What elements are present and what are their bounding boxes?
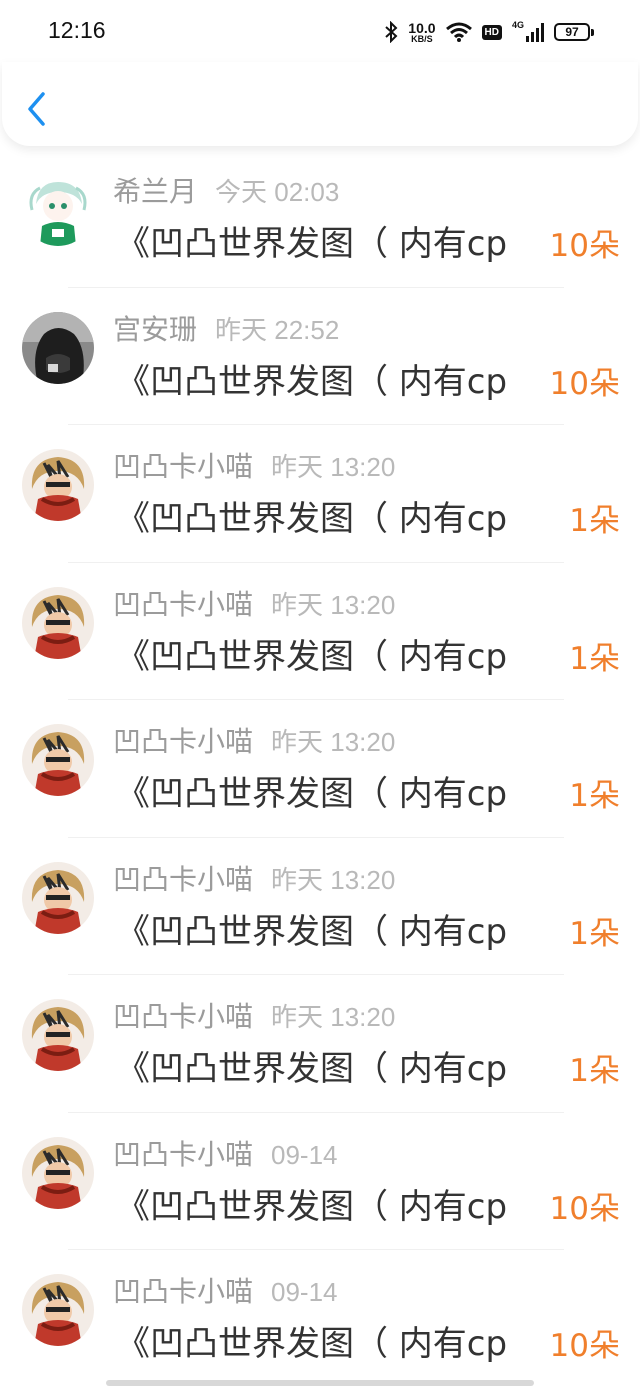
home-indicator[interactable] xyxy=(106,1380,534,1386)
list-item[interactable]: 凹凸卡小喵 09-14 《凹凸世界发图（ 内有cp 10朵 xyxy=(0,1113,640,1250)
status-bar: 12:16 10.0 KB/S HD 4G 97 xyxy=(0,0,640,62)
sender-name: 凹凸卡小喵 xyxy=(113,1137,254,1171)
list-item[interactable]: 凹凸卡小喵 昨天 13:20 《凹凸世界发图（ 内有cp 1朵 xyxy=(0,838,640,975)
status-icons: 10.0 KB/S HD 4G 97 xyxy=(384,16,594,48)
flower-count: 10朵 xyxy=(549,228,620,264)
timestamp: 昨天 13:20 xyxy=(271,727,396,757)
sender-name: 希兰月 xyxy=(113,175,198,208)
timestamp: 昨天 22:52 xyxy=(215,314,340,345)
message-text: 《凹凸世界发图（ 内有cp xyxy=(116,1324,508,1364)
timestamp: 昨天 13:20 xyxy=(271,589,396,620)
flower-count: 1朵 xyxy=(569,1053,620,1089)
sender-name: 凹凸卡小喵 xyxy=(113,450,254,483)
sender-name: 宫安珊 xyxy=(113,312,198,346)
list-item[interactable]: 凹凸卡小喵 昨天 13:20 《凹凸世界发图（ 内有cp 1朵 xyxy=(0,563,640,700)
avatar[interactable] xyxy=(22,449,94,521)
timestamp: 昨天 13:20 xyxy=(271,452,396,482)
list-item[interactable]: 宫安珊 昨天 22:52 《凹凸世界发图（ 内有cp 10朵 xyxy=(0,288,640,425)
message-text: 《凹凸世界发图（ 内有cp xyxy=(116,224,508,264)
flower-count: 1朵 xyxy=(569,915,620,952)
hd-icon: HD xyxy=(481,24,502,40)
avatar[interactable] xyxy=(22,999,94,1071)
avatar[interactable] xyxy=(22,311,94,384)
network-type: 4G xyxy=(512,20,525,30)
message-text: 《凹凸世界发图（ 内有cp xyxy=(116,361,508,402)
wifi-icon xyxy=(445,22,472,42)
flower-count: 1朵 xyxy=(569,503,620,539)
network-speed: 10.0 KB/S xyxy=(408,21,435,44)
sender-name: 凹凸卡小喵 xyxy=(113,1000,254,1033)
list-item[interactable]: 凹凸卡小喵 昨天 13:20 《凹凸世界发图（ 内有cp 1朵 xyxy=(0,700,640,838)
sender-name: 凹凸卡小喵 xyxy=(113,587,254,621)
avatar[interactable] xyxy=(22,586,94,659)
status-time: 12:16 xyxy=(48,17,106,43)
header-bar xyxy=(2,62,638,146)
timestamp: 今天 02:03 xyxy=(215,177,340,207)
back-arrow-icon[interactable] xyxy=(22,90,52,128)
message-text: 《凹凸世界发图（ 内有cp xyxy=(116,636,508,677)
flower-count: 1朵 xyxy=(569,778,620,814)
avatar[interactable] xyxy=(22,1274,94,1346)
flower-count: 10朵 xyxy=(549,1328,620,1364)
flower-count: 1朵 xyxy=(569,640,620,677)
timestamp: 昨天 13:20 xyxy=(271,1002,396,1032)
network-speed-unit: KB/S xyxy=(411,33,433,44)
timestamp: 昨天 13:20 xyxy=(271,864,396,895)
message-text: 《凹凸世界发图（ 内有cp xyxy=(116,1186,508,1227)
gift-record-list: 希兰月 今天 02:03 《凹凸世界发图（ 内有cp 10朵 宫安珊 昨天 22… xyxy=(0,150,640,1387)
flower-count: 10朵 xyxy=(549,1190,620,1227)
sender-name: 凹凸卡小喵 xyxy=(113,725,254,758)
battery-level: 97 xyxy=(554,23,590,41)
network-speed-value: 10.0 xyxy=(408,19,436,36)
avatar[interactable] xyxy=(22,861,94,934)
list-item[interactable]: 凹凸卡小喵 昨天 13:20 《凹凸世界发图（ 内有cp 1朵 xyxy=(0,425,640,563)
battery-icon: 97 xyxy=(554,23,594,41)
timestamp: 09-14 xyxy=(271,1277,338,1307)
message-text: 《凹凸世界发图（ 内有cp xyxy=(116,499,508,539)
message-text: 《凹凸世界发图（ 内有cp xyxy=(116,1049,508,1089)
flower-count: 10朵 xyxy=(549,365,620,402)
avatar[interactable] xyxy=(22,174,94,246)
bluetooth-icon xyxy=(385,21,398,43)
avatar[interactable] xyxy=(22,1136,94,1209)
sender-name: 凹凸卡小喵 xyxy=(113,1275,254,1308)
signal-icon: 4G xyxy=(512,20,544,42)
list-item[interactable]: 凹凸卡小喵 昨天 13:20 《凹凸世界发图（ 内有cp 1朵 xyxy=(0,975,640,1113)
message-text: 《凹凸世界发图（ 内有cp xyxy=(116,911,508,952)
list-item[interactable]: 希兰月 今天 02:03 《凹凸世界发图（ 内有cp 10朵 xyxy=(0,150,640,288)
avatar[interactable] xyxy=(22,724,94,796)
message-text: 《凹凸世界发图（ 内有cp xyxy=(116,774,508,814)
list-item[interactable]: 凹凸卡小喵 09-14 《凹凸世界发图（ 内有cp 10朵 xyxy=(0,1250,640,1387)
sender-name: 凹凸卡小喵 xyxy=(113,862,254,896)
timestamp: 09-14 xyxy=(271,1139,338,1170)
